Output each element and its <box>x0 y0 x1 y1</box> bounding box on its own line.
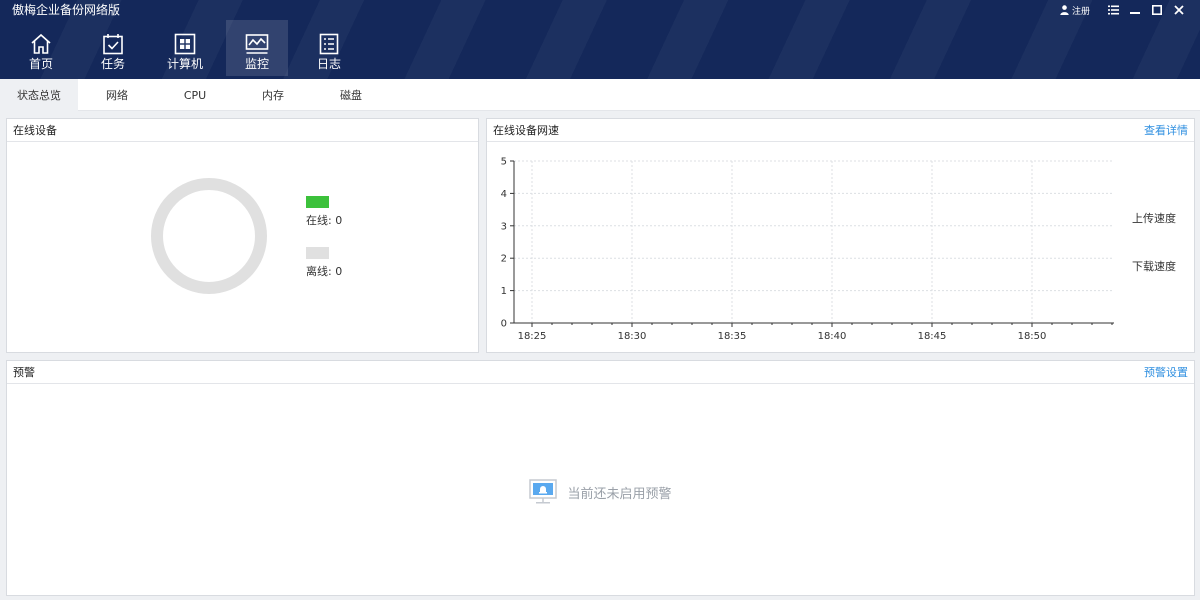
nav-item-log[interactable]: 日志 <box>298 20 360 76</box>
computer-icon <box>173 32 197 56</box>
nav-label: 监控 <box>244 57 269 71</box>
close-button[interactable] <box>1168 1 1190 19</box>
alert-empty-state: 当前还未启用预警 <box>7 479 1194 505</box>
window-controls: 注册 <box>1060 1 1190 19</box>
legend-swatch-online <box>306 196 329 208</box>
view-details-link[interactable]: 查看详情 <box>1144 122 1188 138</box>
app-title: 傲梅企业备份网络版 <box>12 3 121 17</box>
panel-header: 在线设备网速 查看详情 <box>487 119 1194 142</box>
maximize-button[interactable] <box>1146 1 1168 19</box>
y-tick-label: 0 <box>501 319 507 330</box>
panel-header: 预警 预警设置 <box>7 361 1194 384</box>
alarm-monitor-icon <box>529 479 558 505</box>
y-tick-label: 3 <box>501 221 507 232</box>
legend-label-online: 在线: 0 <box>306 214 343 227</box>
donut-empty-ring <box>151 178 267 294</box>
close-icon <box>1174 5 1184 15</box>
register-button[interactable]: 注册 <box>1060 4 1090 17</box>
minimize-button[interactable] <box>1124 1 1146 19</box>
register-label: 注册 <box>1071 6 1090 17</box>
x-tick-label: 18:35 <box>718 331 747 342</box>
series-label-upload: 上传速度 <box>1132 212 1176 225</box>
x-tick-label: 18:25 <box>518 331 547 342</box>
menu-icon <box>1107 5 1119 15</box>
tab-cpu[interactable]: CPU <box>156 79 234 111</box>
panel-title: 预警 <box>13 366 35 379</box>
y-tick-label: 5 <box>501 157 507 168</box>
nav-label: 计算机 <box>166 57 203 71</box>
nav-label: 首页 <box>28 57 53 71</box>
legend-online: 在线: 0 <box>306 196 342 228</box>
network-speed-panel: 在线设备网速 查看详情 0 1 2 3 4 5 18:25 18:30 18:35 18:40 18… <box>486 118 1195 353</box>
alert-settings-link[interactable]: 预警设置 <box>1144 364 1188 380</box>
x-tick-label: 18:30 <box>618 331 647 342</box>
alert-panel: 预警 预警设置 当前还未启用预警 <box>6 360 1195 596</box>
nav-item-task[interactable]: 任务 <box>82 20 144 76</box>
online-devices-panel: 在线设备 在线: 0 离线: 0 <box>6 118 479 353</box>
x-tick-label: 18:45 <box>918 331 947 342</box>
y-tick-label: 2 <box>501 254 507 265</box>
tab-disk[interactable]: 磁盘 <box>312 79 390 111</box>
menu-button[interactable] <box>1102 1 1124 19</box>
sub-tab-bar: 状态总览 网络 CPU 内存 磁盘 <box>0 79 1200 111</box>
task-icon <box>101 32 125 56</box>
panel-title: 在线设备网速 <box>493 124 559 137</box>
nav-item-monitor[interactable]: 监控 <box>226 20 288 76</box>
alert-empty-text: 当前还未启用预警 <box>567 486 672 502</box>
maximize-icon <box>1152 5 1162 15</box>
x-tick-label: 18:50 <box>1018 331 1047 342</box>
monitor-icon <box>245 32 269 56</box>
nav-label: 日志 <box>316 57 341 71</box>
log-icon <box>317 32 341 56</box>
legend-label-offline: 离线: 0 <box>306 265 343 278</box>
y-tick-label: 4 <box>501 189 507 200</box>
legend-offline: 离线: 0 <box>306 247 342 279</box>
minimize-icon <box>1130 5 1140 15</box>
tab-network[interactable]: 网络 <box>78 79 156 111</box>
panel-title: 在线设备 <box>13 124 57 137</box>
online-donut-chart <box>151 178 267 294</box>
app-header: 傲梅企业备份网络版 注册 首页 任务 计算机 监控 日志 <box>0 0 1200 79</box>
legend-swatch-offline <box>306 247 329 259</box>
nav-item-home[interactable]: 首页 <box>10 20 72 76</box>
user-icon <box>1060 5 1069 15</box>
home-icon <box>29 32 53 56</box>
main-nav: 首页 任务 计算机 监控 日志 <box>10 20 370 76</box>
network-speed-chart: 0 1 2 3 4 5 18:25 18:30 18:35 18:40 18:45 18:50 <box>501 157 1114 342</box>
nav-item-computer[interactable]: 计算机 <box>154 20 216 76</box>
series-label-download: 下载速度 <box>1132 260 1176 273</box>
nav-label: 任务 <box>100 57 125 71</box>
x-tick-label: 18:40 <box>818 331 847 342</box>
panel-header: 在线设备 <box>7 119 478 142</box>
y-tick-label: 1 <box>501 286 507 297</box>
tab-memory[interactable]: 内存 <box>234 79 312 111</box>
tab-status-overview[interactable]: 状态总览 <box>0 79 78 111</box>
